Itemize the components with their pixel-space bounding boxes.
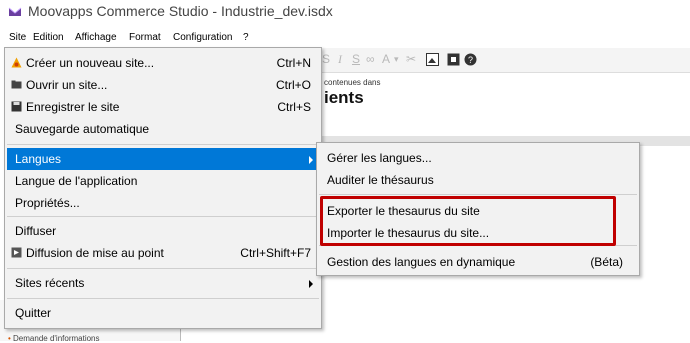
submenu-arrow-icon [309, 156, 313, 164]
menu-separator [7, 144, 319, 145]
menu-separator [7, 268, 319, 269]
site-menu: Créer un nouveau site... Ctrl+N Ouvrir u… [4, 47, 322, 329]
menu-site[interactable]: Site [9, 32, 26, 43]
menu-separator [7, 216, 319, 217]
window-title: Moovapps Commerce Studio - Industrie_dev… [28, 3, 333, 19]
menu-item-langue-application[interactable]: Langue de l'application [7, 170, 319, 192]
menu-item-langues[interactable]: Langues [7, 148, 319, 170]
content-title: ients [324, 88, 364, 107]
media-icon[interactable] [447, 53, 460, 66]
strike-button[interactable]: S [322, 52, 330, 66]
new-site-icon [11, 57, 22, 68]
menu-item-proprietes[interactable]: Propriétés... [7, 192, 319, 214]
menu-configuration[interactable]: Configuration [173, 32, 232, 43]
menu-item-gerer-langues[interactable]: Gérer les langues... [319, 147, 637, 169]
title-bar: Moovapps Commerce Studio - Industrie_dev… [0, 0, 690, 28]
menu-item-sauvegarde-automatique[interactable]: Sauvegarde automatique [7, 118, 319, 140]
menu-item-diffusion-mise-au-point[interactable]: Diffusion de mise au point Ctrl+Shift+F7 [7, 242, 319, 264]
menu-help[interactable]: ? [243, 32, 249, 43]
menu-item-creer-site[interactable]: Créer un nouveau site... Ctrl+N [7, 52, 319, 74]
image-icon[interactable] [426, 53, 439, 66]
menu-affichage[interactable]: Affichage [75, 32, 117, 43]
menu-item-diffuser[interactable]: Diffuser [7, 220, 319, 242]
menu-format[interactable]: Format [129, 32, 161, 43]
format-toolbar: S I S ∞ A ▾ ✂ ? [320, 48, 690, 73]
content-subtitle: contenues dans [324, 78, 381, 87]
debug-icon [11, 247, 22, 258]
font-dropdown-icon[interactable]: ▾ [394, 54, 399, 65]
tool-icon[interactable]: ✂ [406, 52, 416, 66]
menu-edition[interactable]: Edition [33, 32, 64, 43]
menu-item-enregistrer-site[interactable]: Enregistrer le site Ctrl+S [7, 96, 319, 118]
menu-item-sites-recents[interactable]: Sites récents [7, 272, 319, 294]
save-icon [11, 101, 22, 112]
menu-bar: Site Edition Affichage Format Configurat… [0, 30, 690, 46]
italic-button[interactable]: I [338, 52, 342, 67]
menu-item-gestion-langues-dynamique[interactable]: Gestion des langues en dynamique (Béta) [319, 251, 637, 273]
help-icon[interactable]: ? [464, 53, 477, 66]
menu-item-quitter[interactable]: Quitter [7, 302, 319, 324]
folder-icon [11, 80, 22, 89]
menu-item-auditer-thesaurus[interactable]: Auditer le thésaurus [319, 169, 637, 191]
menu-separator [319, 194, 637, 195]
annotation-highlight-box [320, 196, 616, 246]
underline-button[interactable]: S [352, 52, 360, 66]
menu-separator [7, 298, 319, 299]
app-logo-icon [8, 7, 22, 16]
menu-item-ouvrir-site[interactable]: Ouvrir un site... Ctrl+O [7, 74, 319, 96]
font-color-button[interactable]: A [382, 52, 390, 66]
link-icon[interactable]: ∞ [366, 52, 375, 66]
submenu-arrow-icon [309, 280, 313, 288]
beta-badge: (Béta) [590, 255, 623, 269]
tree-item-demande-informations[interactable]: Demande d'informations [8, 334, 99, 343]
svg-text:?: ? [468, 55, 473, 65]
